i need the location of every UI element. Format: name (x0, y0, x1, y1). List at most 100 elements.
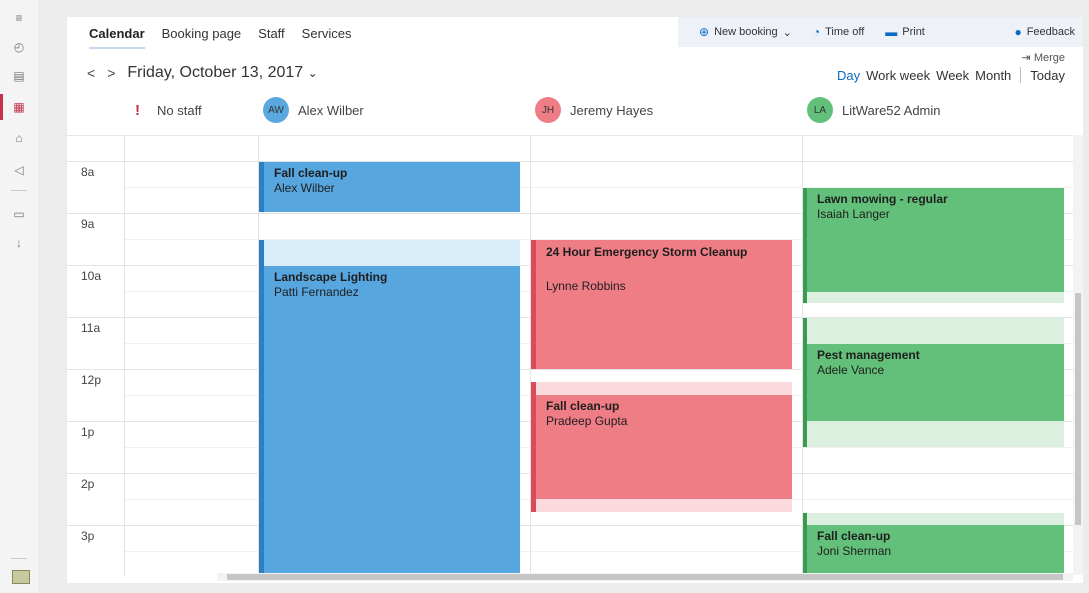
staff-name: LitWare52 Admin (842, 102, 941, 118)
add-circle-icon: ⊕ (699, 25, 710, 39)
hour-label: 3p (81, 529, 95, 543)
day-grid[interactable]: 8a 9a 10a 11a 12p 1p 2p 3p Fall clean-up… (67, 135, 1083, 576)
hour-label: 8a (81, 165, 95, 179)
app-rail: ≡ ◴ ▤ ▦ ⌂ ◁ ▭ ↓ (0, 0, 38, 593)
new-booking-label: New booking (714, 26, 778, 38)
date-title: Friday, October 13, 2017 (127, 64, 304, 81)
menu-icon[interactable]: ≡ (9, 8, 29, 28)
event-customer: Isaiah Langer (817, 207, 890, 221)
horizontal-scrollbar[interactable] (217, 573, 1073, 581)
tab-staff[interactable]: Staff (258, 26, 285, 49)
buffer-time (803, 318, 1064, 344)
event-title: Lawn mowing - regular (817, 192, 948, 206)
buffer-time (531, 499, 792, 512)
event-title: Fall clean-up (546, 399, 620, 413)
dashboard-icon[interactable]: ◴ (9, 37, 29, 57)
main-panel: Calendar Booking page Staff Services ⊕ N… (67, 17, 1083, 583)
column-divider (124, 136, 125, 576)
hour-label: 2p (81, 477, 95, 491)
event-title: Pest management (817, 348, 920, 362)
date-navigator: < > Friday, October 13, 2017 ⌄ (87, 64, 318, 82)
rail-divider (11, 190, 27, 191)
today-button[interactable]: Today (1030, 68, 1065, 83)
feedback-button[interactable]: ● Feedback (1014, 25, 1075, 39)
view-work-week[interactable]: Work week (866, 68, 930, 83)
event-title: Fall clean-up (817, 529, 891, 543)
booking-event[interactable]: 24 Hour Emergency Storm Cleanup Lynne Ro… (531, 240, 792, 369)
hour-label: 12p (81, 373, 102, 387)
feedback-label: Feedback (1026, 26, 1075, 38)
tab-calendar[interactable]: Calendar (89, 26, 145, 49)
booking-event[interactable]: Pest management Adele Vance (803, 344, 1064, 421)
download-icon[interactable]: ↓ (9, 233, 29, 253)
scrollbar-thumb[interactable] (1075, 293, 1081, 525)
booking-event[interactable]: Lawn mowing - regular Isaiah Langer (803, 188, 1064, 292)
hour-label: 11a (81, 321, 101, 335)
id-card-icon[interactable]: ▭ (9, 204, 29, 224)
staff-name: Alex Wilber (298, 102, 364, 118)
view-week[interactable]: Week (936, 68, 969, 83)
booking-event[interactable]: Landscape Lighting Patti Fernandez (259, 266, 520, 576)
buffer-time (803, 513, 1064, 525)
company-logo (12, 570, 30, 584)
view-switcher: Day Work week Week Month Today (837, 67, 1065, 83)
scrollbar-thumb[interactable] (227, 574, 1063, 580)
chevron-down-icon: ⌄ (782, 26, 792, 39)
vertical-scrollbar[interactable] (1073, 135, 1083, 575)
staff-name: No staff (157, 102, 202, 118)
command-bar: ⊕ New booking ⌄ ◔ Time off ▬ Print ● Fee… (678, 17, 1083, 47)
tab-booking-page[interactable]: Booking page (162, 26, 242, 49)
hour-label: 10a (81, 269, 102, 283)
next-day-button[interactable]: > (107, 65, 115, 81)
hour-label: 1p (81, 425, 95, 439)
view-day[interactable]: Day (837, 68, 860, 83)
merge-button[interactable]: ⇥ Merge (1022, 51, 1065, 64)
booking-event[interactable]: Fall clean-up Joni Sherman (803, 525, 1064, 576)
printer-icon: ▬ (885, 25, 898, 39)
new-booking-button[interactable]: ⊕ New booking ⌄ (699, 25, 792, 39)
staff-name: Jeremy Hayes (570, 102, 654, 118)
event-customer: Alex Wilber (274, 181, 335, 195)
avatar: JH (535, 97, 561, 123)
previous-day-button[interactable]: < (87, 65, 95, 81)
grid-line (67, 161, 1083, 162)
staff-column-litware52-admin[interactable]: LA LitWare52 Admin (807, 95, 941, 125)
event-title: Fall clean-up (274, 166, 348, 180)
view-month[interactable]: Month (975, 68, 1011, 83)
staff-column-alex-wilber[interactable]: AW Alex Wilber (263, 95, 364, 125)
time-off-label: Time off (825, 26, 865, 38)
buffer-time (803, 292, 1064, 303)
staff-column-jeremy-hayes[interactable]: JH Jeremy Hayes (535, 95, 653, 125)
tab-services[interactable]: Services (302, 26, 352, 49)
event-customer: Adele Vance (817, 363, 885, 377)
buffer-time (531, 382, 792, 396)
time-off-button[interactable]: ◔ Time off (813, 25, 864, 39)
event-customer: Joni Sherman (817, 544, 892, 558)
calendar-icon[interactable]: ▦ (9, 97, 29, 117)
rail-divider (11, 558, 27, 559)
staff-column-no-staff[interactable]: ! No staff (135, 95, 202, 125)
active-indicator (0, 94, 3, 120)
buffer-time (803, 421, 1064, 447)
stopwatch-icon: ◔ (812, 25, 821, 39)
event-customer: Pradeep Gupta (546, 414, 628, 428)
event-title: Landscape Lighting (274, 270, 388, 284)
event-customer: Lynne Robbins (546, 279, 626, 293)
warning-icon: ! (135, 101, 140, 119)
view-divider (1020, 67, 1022, 83)
buffer-time (259, 240, 520, 266)
booking-event[interactable]: Fall clean-up Pradeep Gupta (531, 395, 792, 499)
booking-event[interactable]: Fall clean-up Alex Wilber (259, 162, 520, 212)
document-icon[interactable]: ▤ (9, 66, 29, 86)
chevron-down-icon: ⌄ (307, 66, 318, 80)
top-tabs: Calendar Booking page Staff Services (89, 26, 352, 49)
print-label: Print (902, 26, 925, 38)
avatar: AW (263, 97, 289, 123)
staff-header: ! No staff AW Alex Wilber JH Jeremy Haye… (67, 95, 1083, 135)
print-button[interactable]: ▬ Print (885, 25, 925, 39)
date-picker-button[interactable]: Friday, October 13, 2017 ⌄ (127, 64, 317, 82)
avatar: LA (807, 97, 833, 123)
briefcase-icon[interactable]: ⌂ (9, 128, 29, 148)
lightbulb-icon: ● (1014, 25, 1022, 39)
megaphone-icon[interactable]: ◁ (9, 160, 29, 180)
